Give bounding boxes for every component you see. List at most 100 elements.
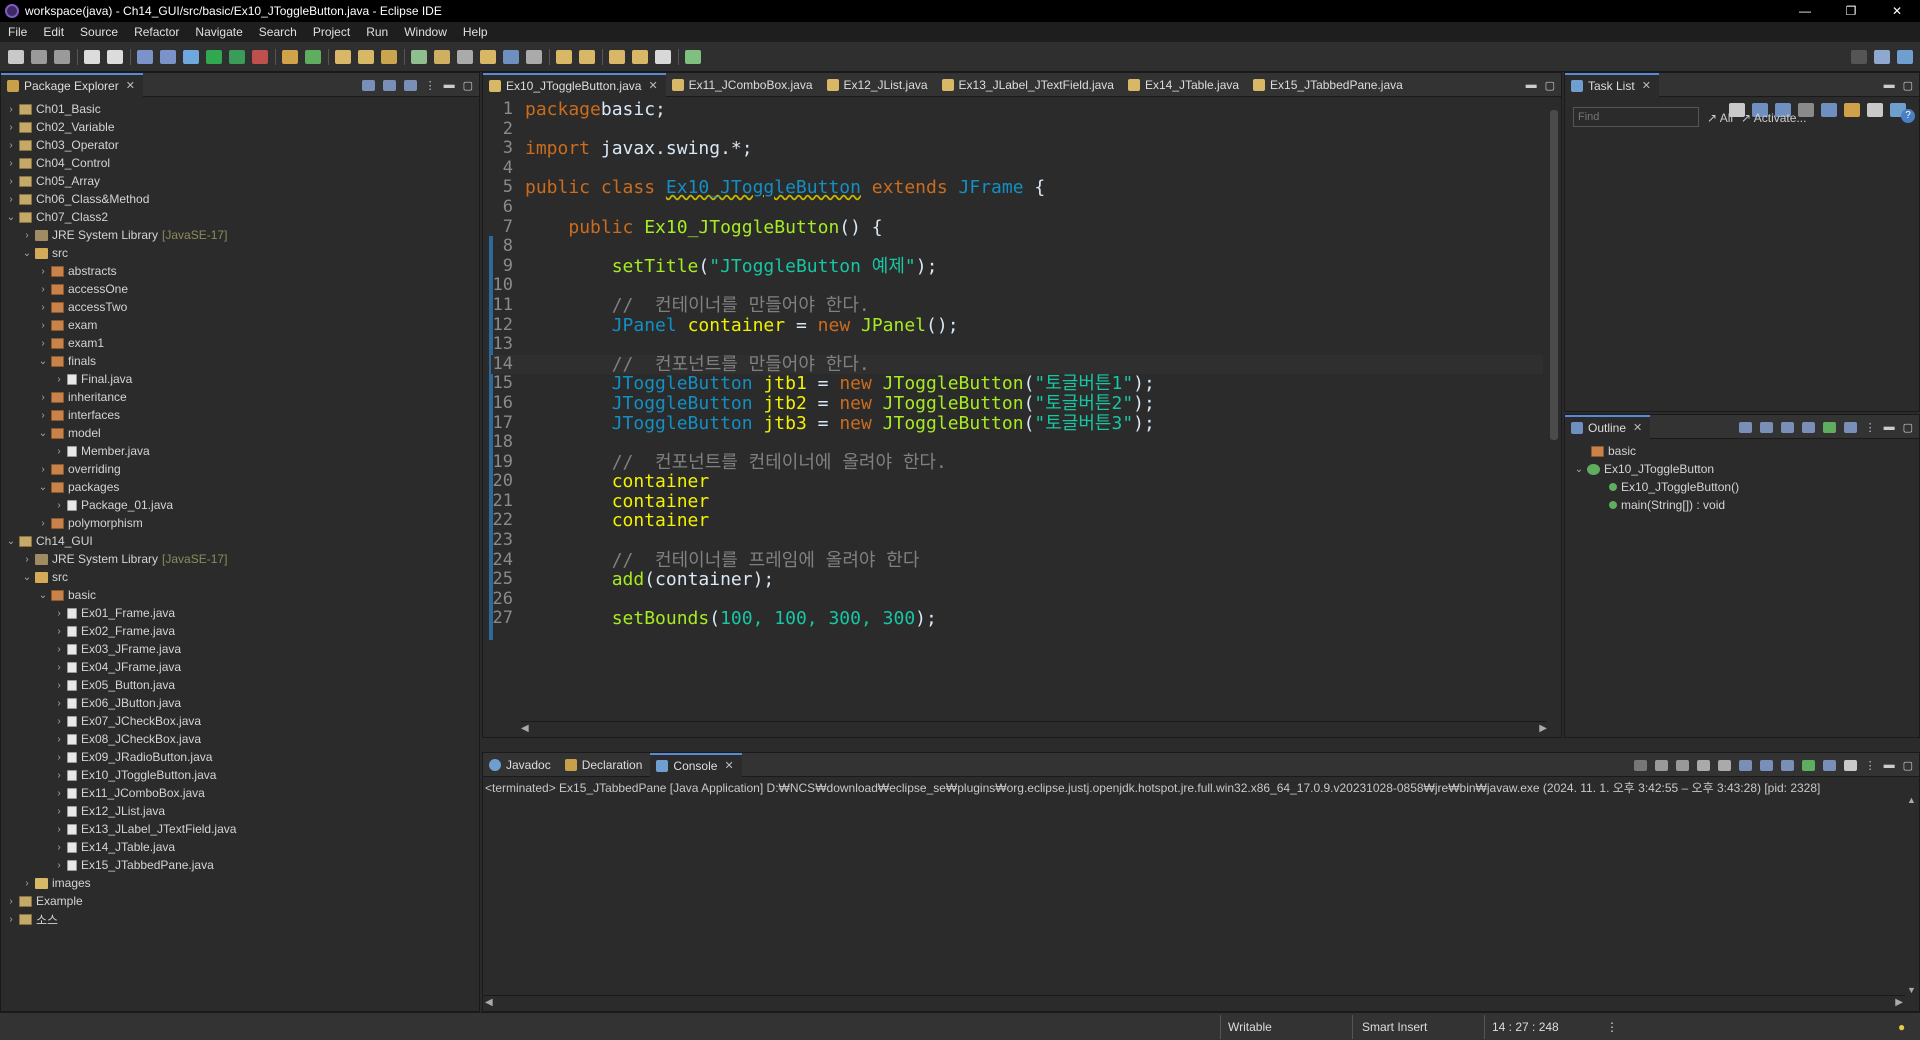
editor-tab[interactable]: Ex15_JTabbedPane.java (1247, 73, 1411, 97)
scroll-down-icon[interactable]: ▼ (1907, 985, 1916, 995)
chevron-right-icon[interactable]: › (53, 860, 65, 871)
tree-item[interactable]: › exam (1, 316, 479, 334)
chevron-down-icon[interactable]: ⌄ (21, 248, 33, 259)
chevron-right-icon[interactable]: › (53, 824, 65, 835)
tree-item[interactable]: › accessTwo (1, 298, 479, 316)
scroll-right-icon[interactable]: ▶ (1539, 723, 1547, 734)
tree-item[interactable]: › Ex15_JTabbedPane.java (1, 856, 479, 874)
scroll-up-icon[interactable]: ▲ (1907, 795, 1916, 805)
tree-item[interactable]: › JRE System Library [JavaSE-17] (1, 226, 479, 244)
lightbulb-icon[interactable]: ● (1898, 1020, 1905, 1034)
show-whitespace-icon[interactable] (503, 49, 519, 64)
view-menu-icon[interactable]: ⋮ (425, 79, 436, 92)
chevron-right-icon[interactable]: › (21, 554, 33, 565)
tree-item[interactable]: › images (1, 874, 479, 892)
tree-item[interactable]: › exam1 (1, 334, 479, 352)
tree-item[interactable]: ⌄ basic (1, 586, 479, 604)
menu-help[interactable]: Help (455, 25, 496, 39)
view-menu-icon[interactable]: ⋮ (1865, 421, 1876, 434)
tree-item[interactable]: ⌄ Ch07_Class2 (1, 208, 479, 226)
hide-local-types-icon[interactable] (1843, 421, 1857, 433)
menu-search[interactable]: Search (251, 25, 305, 39)
tree-item[interactable]: › Ex11_JComboBox.java (1, 784, 479, 802)
minimize-icon[interactable]: ▬ (444, 79, 455, 91)
chevron-right-icon[interactable]: › (53, 842, 65, 853)
tree-item[interactable]: › Ex13_JLabel_JTextField.java (1, 820, 479, 838)
maximize-icon[interactable]: ▢ (1545, 79, 1555, 92)
code-editor[interactable]: 1 packagebasic; 2 3 import javax.swing.*; 4 5 p… (483, 98, 1561, 737)
new-icon[interactable] (8, 49, 24, 64)
tree-item[interactable]: › Ex01_Frame.java (1, 604, 479, 622)
chevron-right-icon[interactable]: › (53, 626, 65, 637)
chevron-right-icon[interactable]: › (53, 770, 65, 781)
outline-item-constructor[interactable]: Ex10_JToggleButton() (1565, 478, 1919, 496)
tab-task-list[interactable]: Task List ✕ (1565, 72, 1659, 97)
minimize-icon[interactable]: ▬ (1884, 421, 1895, 433)
tab-package-explorer[interactable]: Package Explorer ✕ (1, 72, 143, 97)
chevron-down-icon[interactable]: ⌄ (5, 536, 17, 547)
link-with-editor-icon[interactable] (382, 79, 396, 91)
tree-item[interactable]: › abstracts (1, 262, 479, 280)
pin-console-icon[interactable] (1801, 759, 1815, 771)
tree-item[interactable]: › Example (1, 892, 479, 910)
undo-icon[interactable] (84, 49, 100, 64)
tree-item[interactable]: › Ex08_JCheckBox.java (1, 730, 479, 748)
clear-console-icon[interactable] (1696, 759, 1710, 771)
chevron-right-icon[interactable]: › (21, 230, 33, 241)
menu-navigate[interactable]: Navigate (187, 25, 250, 39)
chevron-right-icon[interactable]: › (37, 284, 49, 295)
chevron-right-icon[interactable]: › (5, 176, 17, 187)
tree-item[interactable]: › Ch04_Control (1, 154, 479, 172)
close-icon[interactable]: ✕ (1642, 79, 1651, 92)
chevron-right-icon[interactable]: › (37, 320, 49, 331)
tree-item[interactable]: › Final.java (1, 370, 479, 388)
tree-item[interactable]: › inheritance (1, 388, 479, 406)
external-tools-icon[interactable] (252, 49, 268, 64)
scroll-left-icon[interactable]: ◀ (485, 997, 493, 1008)
tree-item[interactable]: › Ex06_JButton.java (1, 694, 479, 712)
tree-item[interactable]: › Ch05_Array (1, 172, 479, 190)
tree-item[interactable]: › Ex09_JRadioButton.java (1, 748, 479, 766)
remove-all-terminated-icon[interactable] (1675, 759, 1689, 771)
chevron-right-icon[interactable]: › (21, 878, 33, 889)
chevron-down-icon[interactable]: ⌄ (37, 356, 49, 367)
chevron-down-icon[interactable]: ⌄ (37, 482, 49, 493)
chevron-right-icon[interactable]: › (5, 104, 17, 115)
collapse-all-icon[interactable] (1821, 103, 1837, 117)
chevron-right-icon[interactable]: › (53, 644, 65, 655)
tree-item[interactable]: › Ex10_JToggleButton.java (1, 766, 479, 784)
minimize-icon[interactable]: ▬ (1884, 79, 1895, 91)
chevron-right-icon[interactable]: › (53, 374, 65, 385)
chevron-right-icon[interactable]: › (53, 608, 65, 619)
tree-item[interactable]: ⌄ src (1, 568, 479, 586)
tree-item[interactable]: › Member.java (1, 442, 479, 460)
collapse-all-icon[interactable] (361, 79, 375, 91)
chevron-right-icon[interactable]: › (5, 140, 17, 151)
chevron-down-icon[interactable]: ⌄ (1573, 464, 1585, 475)
close-icon[interactable]: ✕ (126, 79, 135, 92)
chevron-right-icon[interactable]: › (5, 914, 17, 925)
forward-icon[interactable] (655, 49, 671, 64)
chevron-right-icon[interactable]: › (37, 518, 49, 529)
hide-fields-icon[interactable] (1780, 421, 1794, 433)
save-all-icon[interactable] (54, 49, 70, 64)
chevron-right-icon[interactable]: › (53, 698, 65, 709)
open-console-icon[interactable] (1843, 759, 1857, 771)
chevron-right-icon[interactable]: › (37, 302, 49, 313)
coverage-icon[interactable] (229, 49, 245, 64)
open-type-icon[interactable] (335, 49, 351, 64)
chevron-down-icon[interactable]: ⌄ (5, 212, 17, 223)
chevron-right-icon[interactable]: › (37, 410, 49, 421)
chevron-right-icon[interactable]: › (5, 896, 17, 907)
status-menu-icon[interactable]: ⋮ (1606, 1020, 1618, 1034)
tree-item[interactable]: ⌄ finals (1, 352, 479, 370)
hide-non-public-icon[interactable] (1822, 421, 1836, 433)
back-icon[interactable] (632, 49, 648, 64)
code-area[interactable]: 1 packagebasic; 2 3 import javax.swing.*; 4 5 p… (491, 99, 1543, 721)
scroll-lock-icon[interactable] (1717, 759, 1731, 771)
editor-horizontal-scrollbar[interactable]: ◀ ▶ (521, 721, 1547, 737)
close-icon[interactable]: ✕ (648, 79, 657, 92)
word-wrap-icon[interactable] (1738, 759, 1752, 771)
tab-console[interactable]: Console ✕ (650, 752, 742, 777)
terminate-icon[interactable] (1633, 759, 1647, 771)
